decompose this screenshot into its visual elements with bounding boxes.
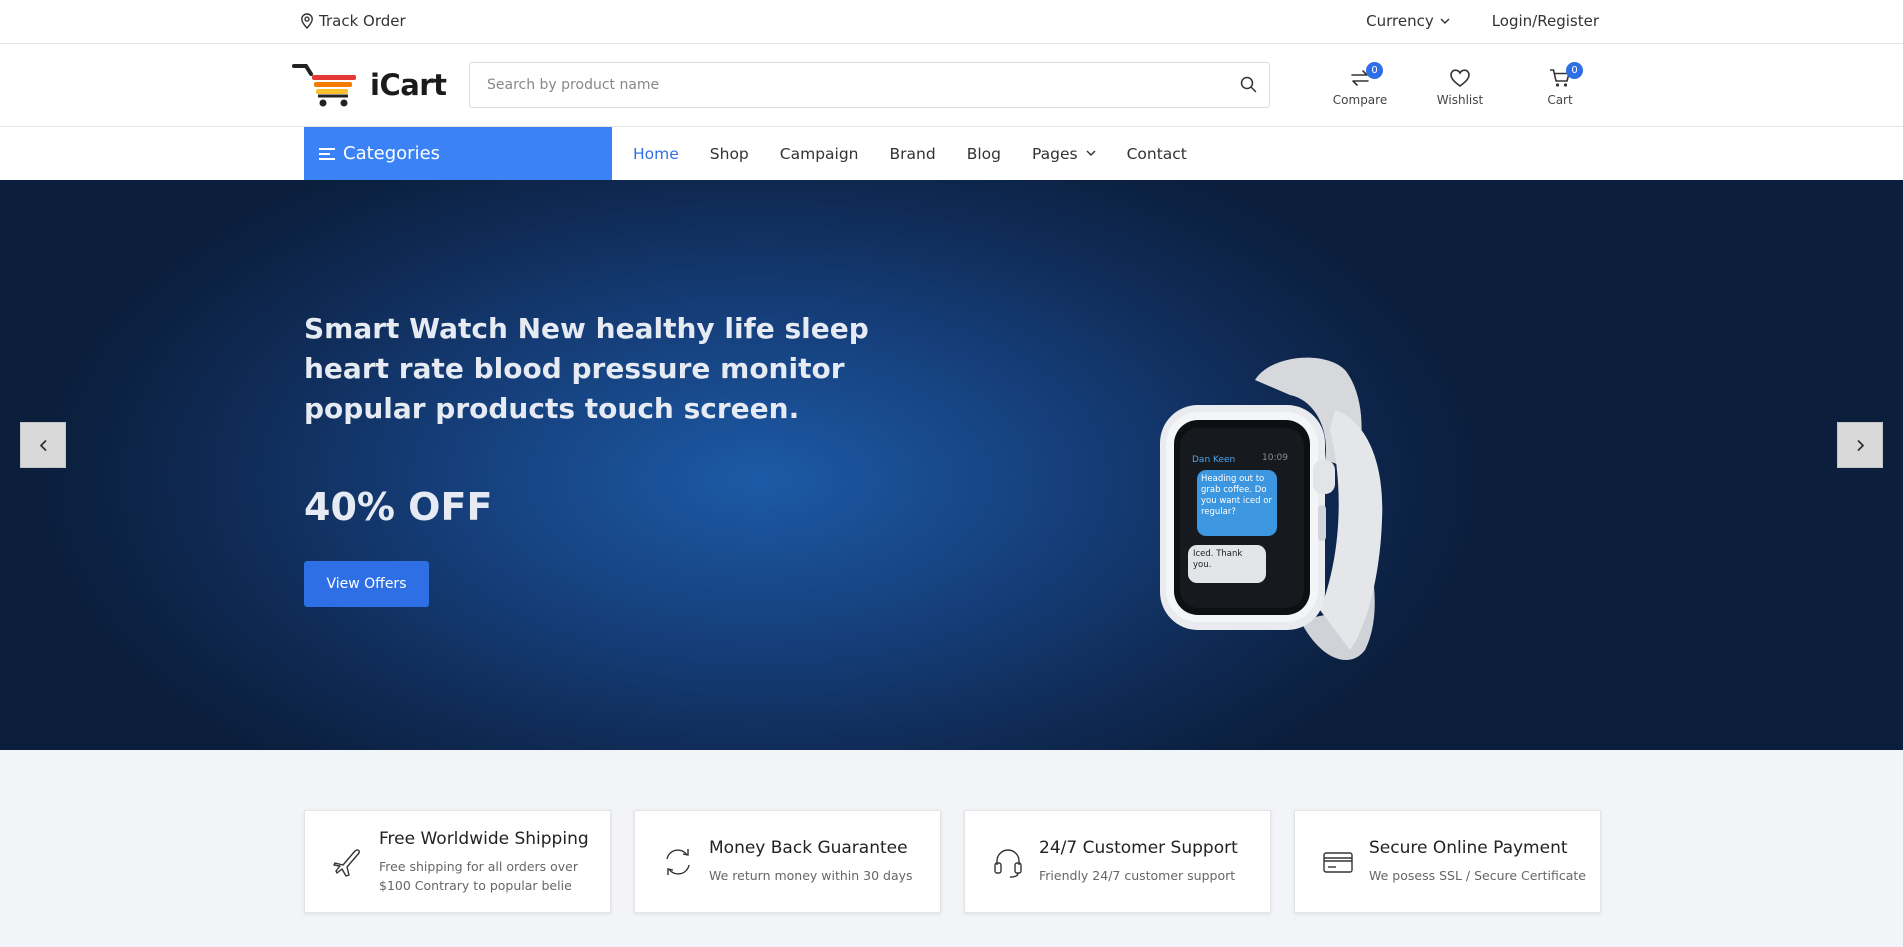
chevron-left-icon [39, 439, 47, 451]
feature-title: Secure Online Payment [1369, 838, 1568, 858]
feature-desc: We return money within 30 days [709, 868, 913, 883]
categories-label: Categories [343, 143, 441, 164]
currency-label: Currency [1366, 12, 1434, 30]
nav-contact[interactable]: Contact [1127, 145, 1187, 163]
feature-title: Money Back Guarantee [709, 838, 908, 858]
search-bar [469, 62, 1270, 108]
header: iCart 0 Compare Wishlist 0 Cart [0, 44, 1903, 127]
slider-next-button[interactable] [1837, 422, 1883, 468]
feature-desc: Friendly 24/7 customer support [1039, 868, 1236, 883]
compare-button[interactable]: 0 Compare [1310, 62, 1410, 107]
cart-count-badge: 0 [1566, 62, 1583, 79]
location-pin-icon [301, 13, 313, 29]
nav-shop[interactable]: Shop [710, 145, 749, 163]
categories-button[interactable]: Categories [304, 127, 612, 180]
nav-brand[interactable]: Brand [890, 145, 936, 163]
feature-card-money-back: Money Back Guarantee We return money wit… [634, 810, 941, 913]
features-strip: Free Worldwide Shipping Free shipping fo… [0, 750, 1903, 947]
watch-message-1: Heading out to grab coffee. Do you want … [1201, 474, 1272, 517]
main-nav: Categories Home Shop Campaign Brand Blog… [0, 127, 1903, 180]
feature-card-shipping: Free Worldwide Shipping Free shipping fo… [304, 810, 611, 913]
refresh-icon [666, 848, 690, 875]
search-input[interactable] [470, 63, 1210, 107]
feature-desc: We posess SSL / Secure Certificate [1369, 868, 1586, 883]
view-offers-button[interactable]: View Offers [304, 561, 429, 607]
logo-text: iCart [370, 68, 447, 102]
headset-icon [994, 848, 1022, 878]
chevron-down-icon [1086, 150, 1096, 156]
feature-title: 24/7 Customer Support [1039, 838, 1238, 858]
currency-dropdown[interactable]: Currency [1366, 12, 1450, 30]
logo[interactable]: iCart [292, 62, 447, 108]
airplane-icon [333, 848, 360, 877]
compare-count-badge: 0 [1366, 62, 1383, 79]
nav-pages-dropdown[interactable]: Pages [1032, 145, 1096, 163]
feature-desc: Free shipping for all orders over $100 C… [379, 858, 579, 893]
cart-logo-icon [292, 64, 356, 107]
wishlist-label: Wishlist [1436, 93, 1484, 107]
smartwatch-image: Dan Keen 10:09 Heading out to grab coffe… [1160, 357, 1383, 660]
chevron-down-icon [1440, 18, 1450, 24]
compare-label: Compare [1332, 93, 1388, 107]
login-register-link[interactable]: Login/Register [1492, 12, 1599, 30]
menu-lines-icon [319, 147, 335, 160]
track-order-link[interactable]: Track Order [300, 12, 406, 30]
search-icon [1240, 76, 1257, 93]
cart-label: Cart [1547, 93, 1573, 107]
nav-pages-label: Pages [1031, 144, 1078, 163]
nav-home[interactable]: Home [633, 145, 679, 163]
track-order-label: Track Order [319, 12, 406, 30]
credit-card-icon [1323, 851, 1353, 873]
hero-slider: Smart Watch New healthy life sleep heart… [0, 180, 1903, 750]
watch-time-text: 10:09 [1262, 453, 1288, 463]
nav-campaign[interactable]: Campaign [780, 145, 859, 163]
watch-contact-text: Dan Keen [1192, 455, 1235, 465]
hero-headline: Smart Watch New healthy life sleep heart… [304, 312, 869, 425]
cart-button[interactable]: 0 Cart [1510, 62, 1610, 107]
feature-title: Free Worldwide Shipping [379, 828, 589, 849]
slider-prev-button[interactable] [20, 422, 66, 468]
feature-card-support: 24/7 Customer Support Friendly 24/7 cust… [964, 810, 1271, 913]
watch-message-2: Iced. Thank you. [1193, 549, 1243, 570]
feature-card-payment: Secure Online Payment We posess SSL / Se… [1294, 810, 1601, 913]
wishlist-button[interactable]: Wishlist [1410, 62, 1510, 107]
heart-icon [1450, 69, 1470, 88]
chevron-right-icon [1856, 439, 1864, 451]
nav-blog[interactable]: Blog [967, 145, 1001, 163]
search-button[interactable] [1240, 76, 1257, 97]
top-bar: Track Order Currency Login/Register [0, 0, 1903, 44]
hero-discount: 40% OFF [304, 485, 493, 529]
